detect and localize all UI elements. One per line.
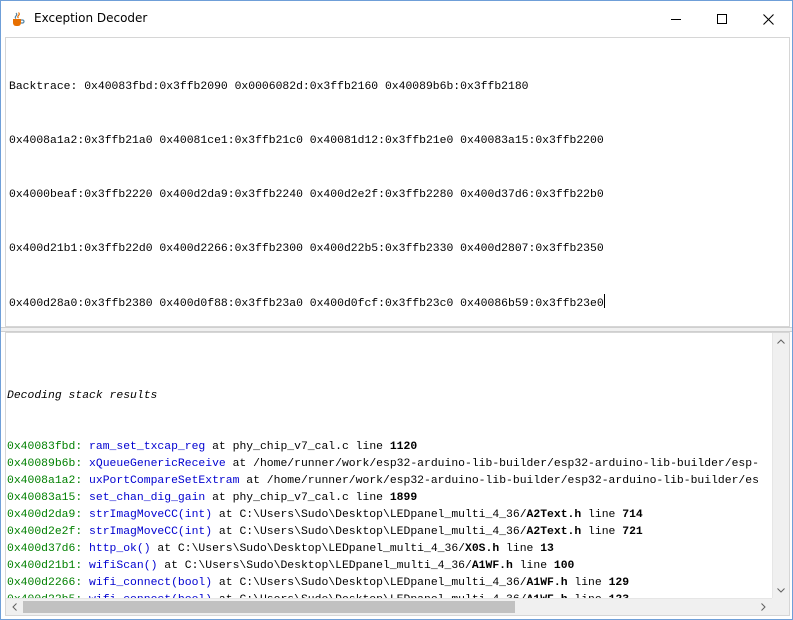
result-function: ram_set_txcap_reg [89, 441, 206, 453]
result-file-name: A1WF.h [526, 577, 568, 589]
result-file-path: C:\Users\Sudo\Desktop\LEDpanel_multi_4_3… [239, 526, 527, 538]
backtrace-input[interactable]: Backtrace: 0x40083fbd:0x3ffb2090 0x00060… [5, 37, 790, 327]
result-address: 0x400d37d6: [7, 543, 83, 555]
results-text[interactable]: Decoding stack results 0x40083fbd: ram_s… [7, 354, 759, 599]
result-function: http_ok() [89, 543, 151, 555]
result-line-label: line [499, 543, 541, 555]
result-line-label: line [512, 560, 554, 572]
result-file-path: phy_chip_v7_cal.c [232, 492, 349, 504]
decoded-results-pane[interactable]: Decoding stack results 0x40083fbd: ram_s… [5, 332, 790, 616]
result-row: 0x40089b6b: xQueueGenericReceive at /hom… [7, 456, 759, 473]
result-line-number: 721 [622, 526, 643, 538]
result-row: 0x40083a15: set_chan_dig_gain at phy_chi… [7, 490, 759, 507]
backtrace-line: 0x400d21b1:0x3ffb22d0 0x400d2266:0x3ffb2… [9, 243, 604, 255]
results-heading: Decoding stack results [7, 390, 158, 402]
result-row: 0x40083fbd: ram_set_txcap_reg at phy_chi… [7, 439, 759, 456]
result-file-path: phy_chip_v7_cal.c [232, 441, 349, 453]
result-file-name: A2Text.h [526, 526, 582, 538]
title-bar[interactable]: Exception Decoder [1, 1, 792, 37]
result-at: at [150, 543, 178, 555]
result-line-number: 100 [553, 560, 575, 572]
result-file-path: C:\Users\Sudo\Desktop\LEDpanel_multi_4_3… [239, 509, 527, 521]
scroll-up-icon[interactable] [777, 339, 785, 344]
result-at: at [212, 526, 240, 538]
result-line-label: line [567, 577, 609, 589]
result-line-label: line [581, 509, 623, 521]
minimize-icon [671, 19, 681, 20]
result-at: at [212, 577, 240, 589]
result-line-label: line [348, 441, 390, 453]
result-file-path: /home/runner/work/esp32-arduino-lib-buil… [253, 458, 759, 470]
scroll-left-icon[interactable] [12, 603, 17, 611]
backtrace-line: Backtrace: 0x40083fbd:0x3ffb2090 0x00060… [9, 81, 529, 93]
result-function: wifiScan() [89, 560, 158, 572]
result-row: 0x400d37d6: http_ok() at C:\Users\Sudo\D… [7, 541, 759, 558]
result-address: 0x400d2da9: [7, 509, 83, 521]
backtrace-line: 0x400d28a0:0x3ffb2380 0x400d0f88:0x3ffb2… [9, 298, 604, 310]
result-row: 0x400d2e2f: strImagMoveCC(int) at C:\Use… [7, 524, 759, 541]
result-function: xQueueGenericReceive [89, 458, 226, 470]
result-file-name: A2Text.h [526, 509, 582, 521]
result-row: 0x400d21b1: wifiScan() at C:\Users\Sudo\… [7, 558, 759, 575]
scroll-right-icon[interactable] [761, 603, 766, 611]
result-address: 0x40089b6b: [7, 458, 83, 470]
scrollbar-corner [772, 598, 789, 615]
result-function: strImagMoveCC(int) [89, 526, 213, 538]
java-cup-icon [10, 11, 26, 27]
result-file-name: X0S.h [465, 543, 500, 555]
result-at: at [225, 458, 254, 470]
backtrace-text[interactable]: Backtrace: 0x40083fbd:0x3ffb2090 0x00060… [9, 42, 605, 349]
result-at: at [205, 492, 233, 504]
result-function: uxPortCompareSetExtram [89, 475, 240, 487]
result-row: 0x4008a1a2: uxPortCompareSetExtram at /h… [7, 473, 759, 490]
result-address: 0x400d21b1: [7, 560, 83, 572]
result-row: 0x400d2da9: strImagMoveCC(int) at C:\Use… [7, 507, 759, 524]
window-title: Exception Decoder [34, 11, 148, 25]
backtrace-line: 0x4000beaf:0x3ffb2220 0x400d2da9:0x3ffb2… [9, 189, 604, 201]
result-file-name: A1WF.h [471, 560, 513, 572]
result-file-path: C:\Users\Sudo\Desktop\LEDpanel_multi_4_3… [184, 560, 472, 572]
vertical-scrollbar[interactable] [772, 333, 789, 599]
result-line-number: 1899 [389, 492, 418, 504]
maximize-button[interactable] [699, 1, 745, 37]
result-at: at [239, 475, 267, 487]
result-address: 0x4008a1a2: [7, 475, 83, 487]
result-function: set_chan_dig_gain [89, 492, 206, 504]
result-line-label: line [348, 492, 390, 504]
result-file-path: /home/runner/work/esp32-arduino-lib-buil… [266, 475, 759, 487]
result-file-path: C:\Users\Sudo\Desktop\LEDpanel_multi_4_3… [239, 577, 527, 589]
result-address: 0x40083a15: [7, 492, 83, 504]
result-line-number: 129 [608, 577, 630, 589]
result-address: 0x400d2e2f: [7, 526, 83, 538]
result-line-number: 714 [622, 509, 643, 521]
scroll-down-icon[interactable] [777, 588, 785, 593]
result-function: wifi_connect(bool) [89, 577, 213, 589]
results-viewport: Decoding stack results 0x40083fbd: ram_s… [6, 333, 772, 599]
result-line-number: 13 [540, 543, 554, 555]
result-at: at [205, 441, 233, 453]
result-function: strImagMoveCC(int) [89, 509, 213, 521]
maximize-icon [717, 14, 727, 24]
result-file-path: C:\Users\Sudo\Desktop\LEDpanel_multi_4_3… [177, 543, 466, 555]
text-caret [603, 294, 605, 308]
close-icon [762, 13, 774, 25]
result-row: 0x400d2266: wifi_connect(bool) at C:\Use… [7, 575, 759, 592]
close-button[interactable] [745, 1, 791, 37]
result-line-number: 1120 [389, 441, 418, 453]
result-at: at [157, 560, 185, 572]
horizontal-scrollbar[interactable] [6, 598, 772, 615]
result-at: at [212, 509, 240, 521]
horizontal-scroll-thumb[interactable] [23, 601, 515, 613]
minimize-button[interactable] [653, 1, 699, 37]
backtrace-line: 0x4008a1a2:0x3ffb21a0 0x40081ce1:0x3ffb2… [9, 135, 604, 147]
result-address: 0x400d2266: [7, 577, 83, 589]
exception-decoder-window: Exception Decoder Backtrace: 0x40083fbd:… [0, 0, 793, 620]
result-address: 0x40083fbd: [7, 441, 83, 453]
result-line-label: line [581, 526, 623, 538]
